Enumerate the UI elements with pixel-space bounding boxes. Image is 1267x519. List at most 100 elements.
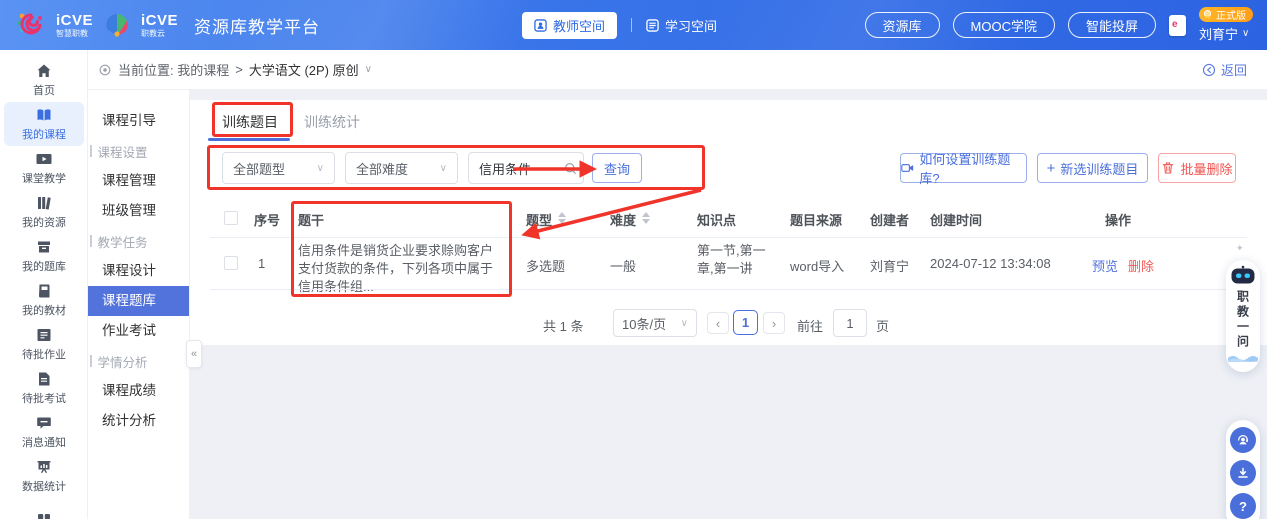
grid-more-icon: [36, 512, 52, 519]
rail-item-notifications[interactable]: 消息通知: [0, 410, 88, 454]
col-header-difficulty[interactable]: 难度: [610, 210, 636, 229]
rail-item-my-resources[interactable]: 我的资源: [0, 190, 88, 234]
col-header-type[interactable]: 题型: [526, 210, 552, 229]
submenu-item-course-management[interactable]: 课程管理: [88, 166, 189, 196]
rail-item-my-courses[interactable]: 我的课程: [4, 102, 84, 146]
rail-item-label: 我的题库: [22, 258, 66, 274]
page-size-select[interactable]: 10条/页 ∨: [613, 309, 697, 337]
select-all-checkbox[interactable]: [224, 211, 238, 225]
rail-item-classroom-teaching[interactable]: 课堂教学: [0, 146, 88, 190]
icon-rail-sidebar: 首页 我的课程 课堂教学 我的资源 我的题库 我的教材 待批作业 待批考试: [0, 50, 88, 519]
breadcrumb-current-course[interactable]: 大学语文 (2P) 原创: [249, 60, 359, 79]
preview-link[interactable]: 预览: [1092, 256, 1118, 275]
open-book-icon: [36, 107, 52, 123]
archive-box-icon: [36, 239, 52, 255]
cell-knowledge: 第一节,第一章,第一讲: [697, 242, 773, 278]
next-page-button[interactable]: ›: [763, 312, 785, 334]
platform-title: 资源库教学平台: [194, 13, 320, 38]
submenu-item-course-guide[interactable]: 课程引导: [88, 106, 189, 136]
logo1-name: iCVE: [56, 13, 93, 28]
back-button[interactable]: 返回: [1202, 60, 1247, 79]
robot-icon: [1230, 265, 1256, 285]
rail-item-my-textbooks[interactable]: 我的教材: [0, 278, 88, 322]
rail-item-label: 首页: [33, 82, 55, 98]
table-header-divider: [210, 237, 1247, 238]
study-space-button[interactable]: 学习空间: [646, 16, 717, 35]
question-type-select[interactable]: 全部题型 ∨: [222, 152, 335, 184]
rail-item-label: 待批考试: [22, 390, 66, 406]
rail-item-home[interactable]: 首页: [0, 58, 88, 102]
sort-difficulty-control[interactable]: [642, 212, 650, 224]
submenu-item-course-question-bank[interactable]: 课程题库: [88, 286, 189, 316]
teacher-space-button[interactable]: 教师空间: [522, 12, 617, 39]
submenu-item-homework-exam[interactable]: 作业考试: [88, 316, 189, 346]
current-page-button[interactable]: 1: [733, 310, 758, 335]
rail-item-label: 课堂教学: [22, 170, 66, 186]
exam-file-icon: [36, 371, 52, 387]
submenu-item-statistical-analysis[interactable]: 统计分析: [88, 406, 189, 436]
search-icon[interactable]: [564, 162, 577, 175]
mooc-academy-button[interactable]: MOOC学院: [953, 12, 1055, 38]
rail-item-my-question-bank[interactable]: 我的题库: [0, 234, 88, 278]
cell-type: 多选题: [526, 256, 565, 275]
submenu-item-class-management[interactable]: 班级管理: [88, 196, 189, 226]
submenu-item-course-grades[interactable]: 课程成绩: [88, 376, 189, 406]
search-input[interactable]: [479, 161, 557, 176]
cell-stem: 信用条件是销货企业要求赊购客户支付货款的条件，下列各项中属于信用条件组...: [298, 242, 499, 296]
help-button[interactable]: ?: [1230, 493, 1256, 519]
assignment-list-icon: [36, 327, 52, 343]
goto-label: 前往: [797, 316, 823, 335]
sort-type-control[interactable]: [558, 212, 566, 224]
cell-creator: 刘育宁: [870, 256, 909, 275]
resource-library-button[interactable]: 资源库: [865, 12, 940, 38]
tab-training-statistics[interactable]: 训练统计: [304, 112, 360, 132]
certificate-doc-icon[interactable]: e: [1169, 15, 1186, 36]
logo1-sub: 智慧职教: [56, 30, 93, 38]
download-button[interactable]: [1230, 460, 1256, 486]
cell-created: 2024-07-12 13:34:08: [930, 256, 1051, 271]
submenu-item-course-design[interactable]: 课程设计: [88, 256, 189, 286]
chevron-down-icon: ∨: [317, 163, 324, 174]
floating-toolbox: ?: [1226, 420, 1260, 519]
rail-item-pending-exams[interactable]: 待批考试: [0, 366, 88, 410]
header-right: 资源库 MOOC学院 智能投屏 e 正式版 刘育宁 ∨: [865, 0, 1253, 50]
wave-decoration: [1228, 352, 1258, 362]
cell-difficulty: 一般: [610, 256, 636, 275]
back-arrow-icon: [1202, 63, 1216, 77]
bulk-delete-label: 批量删除: [1180, 159, 1232, 178]
howto-setup-button[interactable]: 如何设置训练题库?: [900, 153, 1027, 183]
logo2-name: iCVE: [141, 13, 178, 28]
add-training-questions-label: 新选训练题目: [1060, 159, 1138, 178]
add-training-questions-button[interactable]: + 新选训练题目: [1037, 153, 1148, 183]
goto-page-input[interactable]: [833, 309, 867, 337]
top-header: iCVE 智慧职教 iCVE 职教云 资源库教学平台 教师空间: [0, 0, 1267, 50]
submenu-section-learning-analysis: 学情分析: [88, 346, 189, 376]
assistant-label: 职教一问: [1235, 290, 1252, 350]
section-label: 课程设置: [98, 142, 148, 161]
query-button[interactable]: 查询: [592, 153, 642, 183]
tab-training-questions[interactable]: 训练题目: [222, 112, 278, 132]
chevron-down-icon[interactable]: ∨: [365, 64, 372, 75]
rail-item-pending-homework[interactable]: 待批作业: [0, 322, 88, 366]
study-space-icon: [646, 19, 659, 32]
course-submenu: 课程引导 课程设置 课程管理 班级管理 教学任务 课程设计 课程题库 作业考试 …: [88, 90, 190, 519]
user-block: 正式版 刘育宁 ∨: [1199, 7, 1253, 43]
sidebar-collapse-handle[interactable]: «: [186, 340, 202, 368]
delete-link[interactable]: 删除: [1128, 256, 1154, 275]
prev-page-button[interactable]: ‹: [707, 312, 729, 334]
textbook-icon: [36, 283, 52, 299]
difficulty-select[interactable]: 全部难度 ∨: [345, 152, 458, 184]
howto-setup-label: 如何设置训练题库?: [919, 149, 1026, 187]
sparkle-icon: ✦: [1236, 243, 1244, 254]
assistant-widget[interactable]: 职教一问: [1226, 260, 1260, 372]
row-checkbox[interactable]: [224, 256, 238, 270]
section-label: 学情分析: [98, 352, 148, 371]
smart-cast-button[interactable]: 智能投屏: [1068, 12, 1156, 38]
rail-item-data-statistics[interactable]: 数据统计: [0, 454, 88, 498]
teacher-space-label: 教师空间: [553, 16, 605, 35]
col-header-ops: 操作: [1105, 210, 1131, 229]
customer-service-button[interactable]: [1230, 427, 1256, 453]
user-menu[interactable]: 刘育宁 ∨: [1199, 24, 1249, 43]
rail-item-more[interactable]: [0, 498, 88, 519]
bulk-delete-button[interactable]: 批量删除: [1158, 153, 1236, 183]
